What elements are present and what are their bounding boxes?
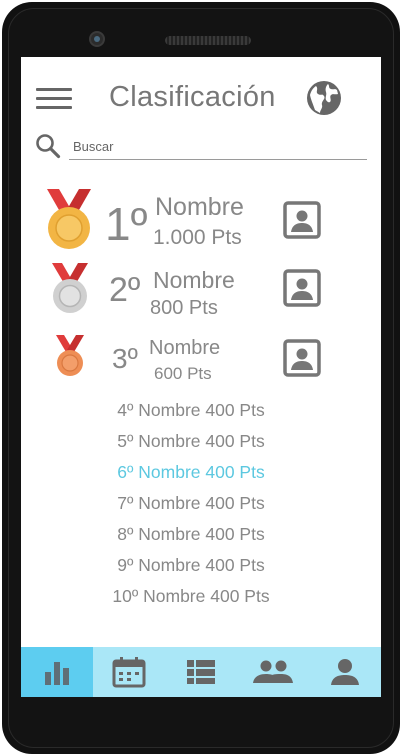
earpiece-speaker bbox=[165, 36, 251, 45]
podium-name: Nombre bbox=[155, 193, 244, 221]
globe-icon[interactable] bbox=[306, 80, 342, 116]
list-item-current-user[interactable]: 6º Nombre 400 Pts bbox=[21, 457, 361, 488]
nav-tab-list[interactable] bbox=[165, 647, 237, 697]
profile-card-icon[interactable] bbox=[283, 269, 321, 307]
bronze-medal-icon bbox=[56, 335, 84, 376]
podium-row-3[interactable]: 3º Nombre 600 Pts bbox=[21, 335, 381, 391]
podium-rank: 1º bbox=[105, 198, 148, 250]
podium-rank: 3º bbox=[112, 343, 138, 374]
app-screen: Clasificación 1º Nombre 1.000 Pts bbox=[21, 57, 381, 697]
list-item[interactable]: 7º Nombre 400 Pts bbox=[21, 488, 361, 519]
front-camera bbox=[89, 31, 105, 47]
nav-tab-groups[interactable] bbox=[237, 647, 309, 697]
gold-medal-icon bbox=[47, 189, 91, 249]
search-icon[interactable] bbox=[35, 133, 61, 159]
podium-points: 1.000 Pts bbox=[153, 226, 242, 249]
profile-card-icon[interactable] bbox=[283, 339, 321, 377]
list-item[interactable]: 8º Nombre 400 Pts bbox=[21, 519, 361, 550]
podium-row-1[interactable]: 1º Nombre 1.000 Pts bbox=[21, 187, 381, 253]
podium-rank: 2º bbox=[109, 271, 141, 309]
calendar-icon bbox=[112, 657, 146, 688]
nav-tab-ranking[interactable] bbox=[21, 647, 93, 697]
ranking-list: 4º Nombre 400 Pts 5º Nombre 400 Pts 6º N… bbox=[21, 395, 361, 612]
podium-name: Nombre bbox=[153, 267, 235, 293]
list-item[interactable]: 5º Nombre 400 Pts bbox=[21, 426, 361, 457]
podium-row-2[interactable]: 2º Nombre 800 Pts bbox=[21, 263, 381, 321]
bottom-navigation bbox=[21, 647, 381, 697]
list-icon bbox=[187, 660, 215, 684]
profile-card-icon[interactable] bbox=[283, 201, 321, 239]
person-icon bbox=[331, 659, 359, 685]
podium-name: Nombre bbox=[149, 337, 221, 359]
silver-medal-icon bbox=[52, 263, 88, 313]
page-title: Clasificación bbox=[109, 81, 276, 113]
bar-chart-icon bbox=[45, 662, 69, 685]
search-input[interactable] bbox=[69, 133, 367, 160]
list-item[interactable]: 10º Nombre 400 Pts bbox=[21, 581, 361, 612]
list-item[interactable]: 9º Nombre 400 Pts bbox=[21, 550, 361, 581]
nav-tab-calendar[interactable] bbox=[93, 647, 165, 697]
list-item[interactable]: 4º Nombre 400 Pts bbox=[21, 395, 361, 426]
podium-points: 800 Pts bbox=[150, 297, 218, 319]
hamburger-menu-icon[interactable] bbox=[36, 88, 72, 110]
nav-tab-profile[interactable] bbox=[309, 647, 381, 697]
group-icon bbox=[253, 660, 293, 683]
podium-points: 600 Pts bbox=[154, 364, 212, 383]
